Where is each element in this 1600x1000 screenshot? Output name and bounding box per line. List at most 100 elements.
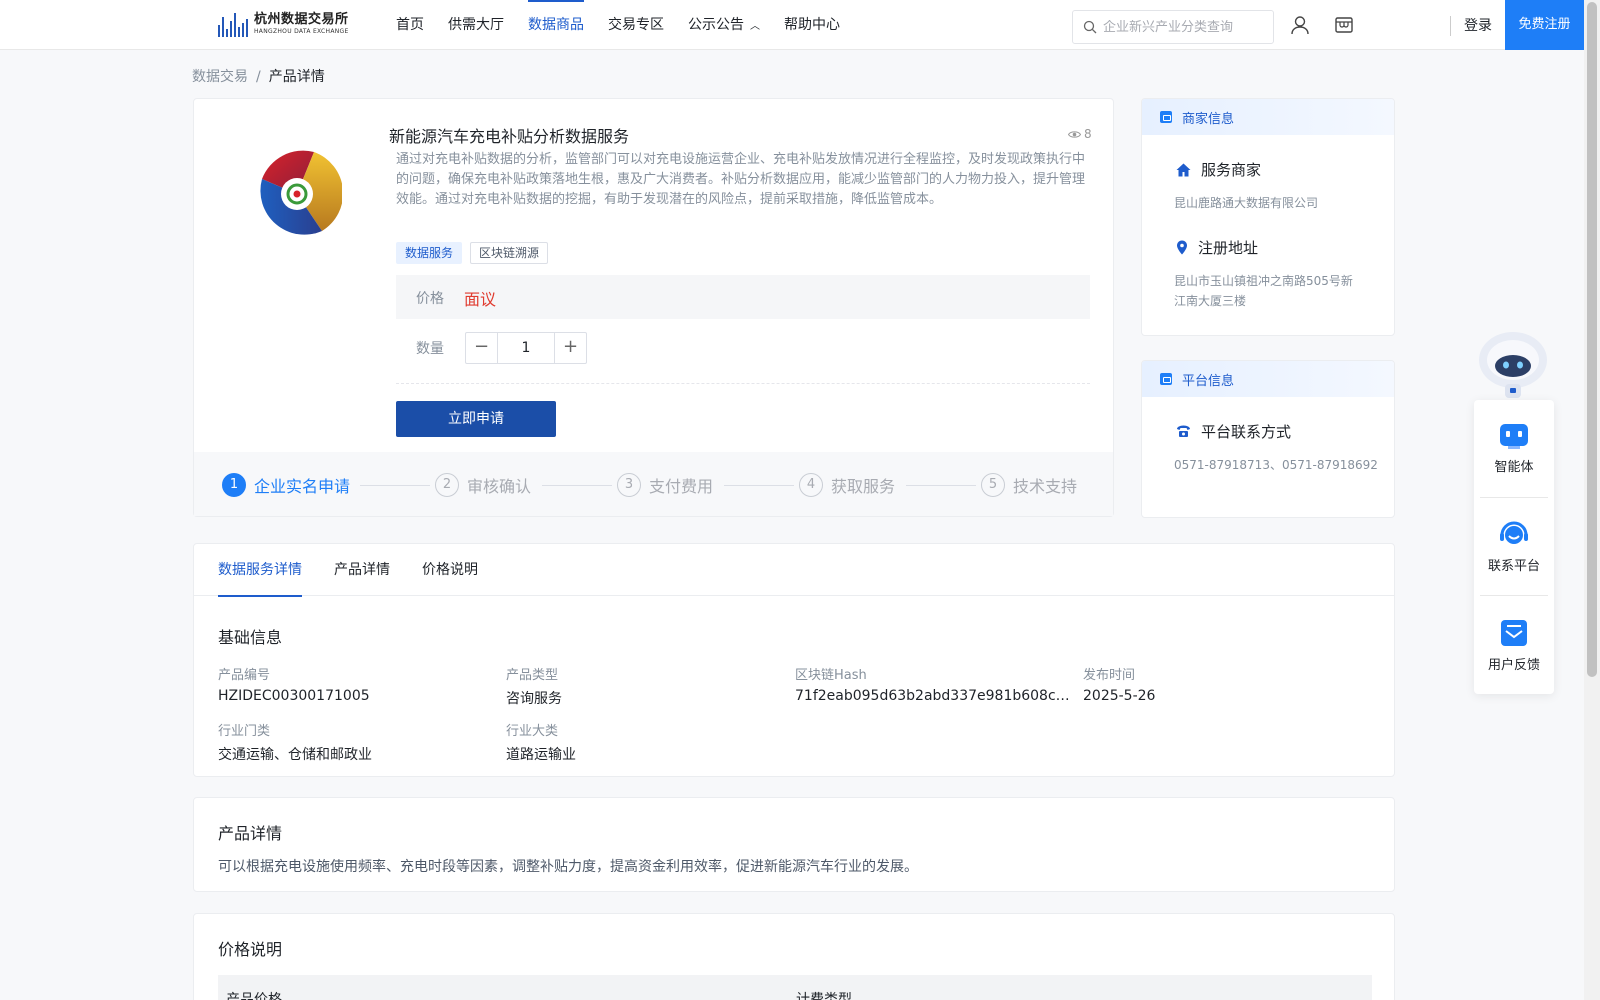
service-merchant-label: 服务商家 [1201, 161, 1262, 179]
tab-price-description[interactable]: 价格说明 [422, 544, 478, 596]
price-table-header: 产品价格 计费类型 [218, 975, 1372, 1000]
platform-card-header: 平台信息 [1142, 361, 1394, 397]
breadcrumb: 数据交易 / 产品详情 [192, 66, 325, 86]
site-logo[interactable]: 杭州数据交易所 HANGZHOU DATA EXCHANGE [218, 11, 349, 37]
field-blockchain-hash: 区块链Hash 71f2eab095d63b2abd337e981b608c595… [795, 664, 1073, 704]
platform-title: 平台信息 [1182, 373, 1235, 389]
merchant-card-header: 商家信息 [1142, 99, 1394, 135]
eye-icon [1068, 130, 1081, 138]
nav-supply-demand[interactable]: 供需大厅 [448, 0, 504, 50]
tag-data-service: 数据服务 [396, 242, 463, 264]
step-1-label: 企业实名申请 [254, 477, 351, 496]
step-2-number: 2 [435, 473, 459, 497]
price-label: 价格 [416, 291, 444, 307]
search-input[interactable] [1103, 19, 1263, 35]
floating-panel: 智能体 联系平台 用户反馈 [1474, 400, 1554, 694]
tag-blockchain: 区块链溯源 [470, 242, 549, 264]
header-divider [1450, 16, 1451, 36]
product-detail-title: 产品详情 [218, 824, 283, 843]
breadcrumb-separator: / [256, 69, 261, 85]
price-value: 面议 [464, 290, 497, 309]
field-key: 行业门类 [218, 724, 271, 739]
step-3: 3 支付费用 [617, 473, 713, 497]
feedback-mail-icon [1501, 619, 1527, 646]
merchant-card: 商家信息 服务商家 昆山鹿路通大数据有限公司 注册地址 昆山市玉山镇祖冲之南路5… [1141, 98, 1395, 336]
nav-help-center[interactable]: 帮助中心 [784, 0, 840, 50]
nav-announcements-label: 公示公告 [688, 17, 744, 33]
field-key: 区块链Hash [795, 668, 867, 683]
nav-home[interactable]: 首页 [396, 0, 424, 50]
robot-icon [1500, 424, 1528, 449]
nav-trade-zone[interactable]: 交易专区 [608, 0, 664, 50]
step-5-label: 技术支持 [1013, 477, 1078, 496]
quantity-label: 数量 [416, 341, 444, 357]
field-value: HZIDEC00300171005 [218, 688, 370, 704]
step-4: 4 获取服务 [799, 473, 895, 497]
step-1-number: 1 [222, 473, 246, 497]
robot-mascot-icon[interactable] [1474, 326, 1552, 404]
logo-bars-icon [218, 11, 248, 37]
float-feedback[interactable]: 用户反馈 [1480, 596, 1548, 694]
tab-data-service-detail[interactable]: 数据服务详情 [218, 544, 302, 597]
float-agent[interactable]: 智能体 [1480, 400, 1548, 498]
product-logo [253, 150, 342, 238]
field-value: 71f2eab095d63b2abd337e981b608c595a… [795, 688, 1073, 704]
view-count: 8 [1068, 127, 1092, 141]
service-merchant-value: 昆山鹿路通大数据有限公司 [1174, 196, 1319, 210]
main-nav: 首页 供需大厅 数据商品 交易专区 公示公告 ︿ 帮助中心 [396, 0, 864, 50]
tab-product-detail[interactable]: 产品详情 [334, 544, 390, 596]
product-detail-card: 产品详情 可以根据充电设施使用频率、充电时段等因素，调整补贴力度，提高资金利用效… [193, 797, 1395, 892]
field-industry-category: 行业门类交通运输、仓储和邮政业 [218, 720, 488, 764]
divider [396, 383, 1090, 384]
step-4-label: 获取服务 [831, 477, 896, 496]
chevron-up-icon: ︿ [750, 21, 760, 32]
basic-info-title: 基础信息 [218, 628, 283, 647]
field-key: 产品类型 [506, 668, 559, 683]
price-col-header: 产品价格 [226, 992, 282, 1000]
float-contact[interactable]: 联系平台 [1480, 498, 1548, 596]
user-icon[interactable] [1289, 14, 1311, 36]
search-box[interactable] [1072, 10, 1274, 44]
product-tags: 数据服务 区块链溯源 [396, 242, 549, 264]
registered-address-row: 注册地址 [1176, 237, 1258, 258]
nav-announcements[interactable]: 公示公告 ︿ [688, 0, 760, 50]
breadcrumb-parent[interactable]: 数据交易 [192, 69, 248, 85]
service-merchant-row: 服务商家 [1176, 159, 1261, 180]
decrement-button[interactable]: − [466, 333, 497, 363]
field-value: 道路运输业 [506, 747, 576, 763]
store-icon[interactable] [1333, 14, 1355, 36]
increment-button[interactable]: + [555, 333, 586, 363]
registered-address-label: 注册地址 [1198, 239, 1259, 257]
detail-tabs: 数据服务详情 产品详情 价格说明 [194, 544, 1394, 597]
platform-contact-label: 平台联系方式 [1201, 423, 1292, 441]
platform-contact-value: 0571-87918713、0571-87918692 [1174, 458, 1378, 472]
price-description-title: 价格说明 [218, 940, 283, 959]
login-link[interactable]: 登录 [1464, 15, 1492, 35]
logo-en-text: HANGZHOU DATA EXCHANGE [254, 28, 349, 35]
step-2-label: 审核确认 [467, 477, 532, 496]
step-5-number: 5 [981, 473, 1005, 497]
scrollbar[interactable] [1584, 0, 1600, 1000]
step-2: 2 审核确认 [435, 473, 531, 497]
step-connector [724, 485, 794, 486]
home-icon [1176, 163, 1191, 176]
scrollbar-thumb[interactable] [1587, 2, 1597, 677]
merchant-title: 商家信息 [1182, 111, 1235, 127]
billing-type-col-header: 计费类型 [796, 992, 852, 1000]
field-key: 行业大类 [506, 724, 559, 739]
monitor-icon [1160, 373, 1172, 385]
platform-card: 平台信息 平台联系方式 0571-87918713、0571-87918692 [1141, 360, 1395, 518]
shop-icon [1160, 111, 1172, 123]
view-count-value: 8 [1084, 127, 1092, 141]
field-value: 交通运输、仓储和邮政业 [218, 747, 372, 763]
price-box: 价格 面议 [396, 275, 1090, 319]
quantity-input[interactable]: 1 [497, 333, 555, 363]
product-title: 新能源汽车充电补贴分析数据服务 [389, 127, 630, 146]
process-steps: 1 企业实名申请 2 审核确认 3 支付费用 4 获取服务 5 技术支持 [194, 452, 1113, 516]
field-industry-class: 行业大类 道路运输业 [506, 720, 776, 764]
nav-data-products[interactable]: 数据商品 [528, 0, 584, 50]
step-connector [542, 485, 612, 486]
apply-button[interactable]: 立即申请 [396, 401, 556, 437]
register-button[interactable]: 免费注册 [1505, 0, 1584, 50]
search-icon [1083, 20, 1097, 34]
